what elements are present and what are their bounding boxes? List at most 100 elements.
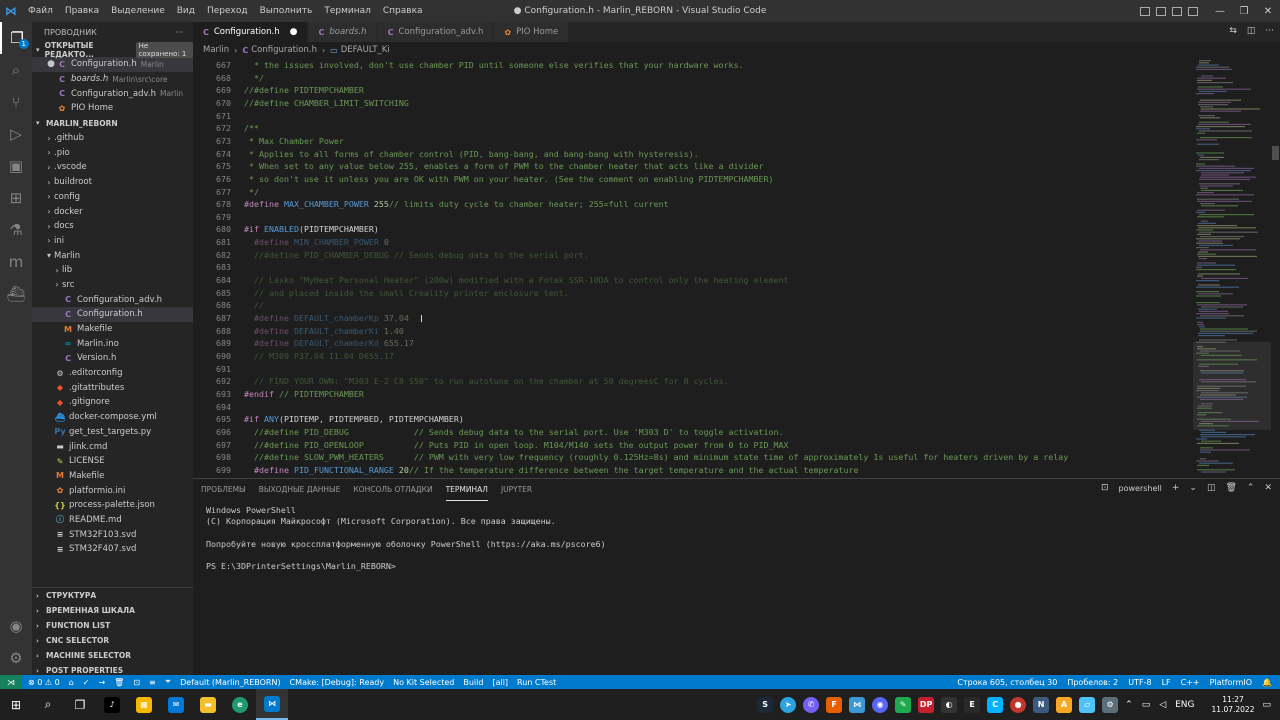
code-line[interactable]: */ bbox=[244, 187, 259, 197]
tree-item[interactable]: C Configuration_adv.h bbox=[32, 292, 193, 307]
task-view-icon[interactable]: ❐ bbox=[64, 689, 96, 720]
split-editor-icon[interactable]: ◫ bbox=[1247, 26, 1256, 36]
tree-item[interactable]: C Version.h bbox=[32, 351, 193, 366]
code-line[interactable]: * so don't use it unless you are OK with… bbox=[244, 174, 774, 184]
tree-item[interactable]: ∞ Marlin.ino bbox=[32, 336, 193, 351]
tab-boards-h[interactable]: C boards.h bbox=[308, 22, 378, 42]
tab-jupyter[interactable]: JUPYTER bbox=[501, 480, 532, 500]
minimize-button[interactable]: — bbox=[1208, 6, 1232, 17]
cmake-run-ctest[interactable]: Run CTest bbox=[517, 678, 556, 687]
code-editor[interactable]: 667 * the issues involved, don't use cha… bbox=[193, 58, 1193, 477]
tab-configuration-h[interactable]: C Configuration.h ● bbox=[193, 22, 309, 42]
fusion-icon[interactable]: F bbox=[826, 696, 843, 713]
pio-serial-monitor-icon[interactable]: ⊡ bbox=[133, 678, 140, 687]
close-panel-icon[interactable]: ✕ bbox=[1264, 483, 1272, 493]
taskbar-search-icon[interactable]: ⌕ bbox=[32, 689, 64, 720]
code-line[interactable]: #define MAX_CHAMBER_POWER 255// limits d… bbox=[244, 199, 669, 209]
code-line[interactable]: // Lasko "MyHeat Personal Heater" (200w)… bbox=[244, 275, 789, 285]
code-line[interactable]: * Applies to all forms of chamber contro… bbox=[244, 149, 699, 159]
autocad-app-icon[interactable]: A bbox=[1056, 696, 1073, 713]
pio-home-icon[interactable]: ⌂ bbox=[69, 678, 74, 687]
tree-item[interactable]: M Makefile bbox=[32, 469, 193, 484]
code-line[interactable]: */ bbox=[244, 73, 264, 83]
section-outline[interactable]: › СТРУКТУРА bbox=[32, 588, 193, 603]
indentation[interactable]: Пробелов: 2 bbox=[1067, 678, 1118, 687]
platformio-icon[interactable]: m bbox=[0, 246, 32, 278]
pio-upload-icon[interactable]: → bbox=[98, 678, 105, 687]
breadcrumb-file[interactable]: Configuration.h bbox=[251, 45, 317, 55]
code-line[interactable]: #if ENABLED(PIDTEMPCHAMBER) bbox=[244, 224, 379, 234]
cursor-position[interactable]: Строка 605, столбец 30 bbox=[957, 678, 1057, 687]
code-line[interactable]: //#define PID_OPENLOOP // Puts PID in op… bbox=[244, 440, 789, 450]
prusa-app-icon[interactable]: ● bbox=[1010, 696, 1027, 713]
notepad-app-icon[interactable]: N bbox=[1033, 696, 1050, 713]
network-icon[interactable]: ▭ bbox=[1142, 700, 1151, 710]
menu-edit[interactable]: Правка bbox=[59, 0, 105, 22]
account-icon[interactable]: ◉ bbox=[0, 610, 32, 642]
pio-environment[interactable]: Default (Marlin_REBORN) bbox=[180, 678, 280, 687]
steam-icon[interactable]: S bbox=[757, 696, 774, 713]
code-line[interactable]: //#define SLOW_PWM_HEATERS // PWM with v… bbox=[244, 452, 1068, 462]
tab-configuration-adv-h[interactable]: C Configuration_adv.h bbox=[377, 22, 495, 42]
windows-start-icon[interactable]: ⊞ bbox=[0, 689, 32, 720]
close-window-button[interactable]: ✕ bbox=[1256, 6, 1280, 17]
testing-icon[interactable]: ⚗ bbox=[0, 214, 32, 246]
language-mode[interactable]: C++ bbox=[1181, 678, 1200, 687]
remote-explorer-icon[interactable]: ▣ bbox=[0, 150, 32, 182]
tab-problems[interactable]: ПРОБЛЕМЫ bbox=[201, 480, 246, 500]
tree-item[interactable]: › .pio bbox=[32, 145, 193, 160]
cmake-target[interactable]: [all] bbox=[492, 678, 508, 687]
section-function-list[interactable]: › FUNCTION LIST bbox=[32, 618, 193, 633]
explorer-icon[interactable]: ❐ 1 bbox=[0, 22, 32, 54]
pio-env-icon[interactable]: ⏷ bbox=[165, 677, 171, 687]
code-line[interactable]: //#define PID_CHAMBER_DEBUG // Sends deb… bbox=[244, 250, 589, 260]
split-terminal-icon[interactable]: ◫ bbox=[1207, 483, 1216, 493]
toggle-sidebar-icon[interactable] bbox=[1140, 6, 1150, 16]
code-line[interactable]: #define DEFAULT_chamberKd 655.17 bbox=[244, 338, 414, 348]
code-line[interactable]: * Max Chamber Power bbox=[244, 136, 344, 146]
edge-app-icon[interactable]: e bbox=[224, 689, 256, 720]
code-line[interactable]: #endif // PIDTEMPCHAMBER bbox=[244, 389, 364, 399]
code-line[interactable]: #define DEFAULT_chamberKi 1.40 bbox=[244, 326, 404, 336]
pio-build-icon[interactable]: ✓ bbox=[83, 678, 90, 687]
keyboard-language[interactable]: ENG bbox=[1175, 700, 1194, 710]
extensions-icon[interactable]: ⊞ bbox=[0, 182, 32, 214]
tool-app-icon[interactable]: ⚙ bbox=[1102, 696, 1119, 713]
open-editor-boards-h[interactable]: C boards.h Marlin\src\core bbox=[32, 72, 193, 87]
slicer-app-icon[interactable]: ◐ bbox=[941, 696, 958, 713]
tree-item[interactable]: ✎ LICENSE bbox=[32, 454, 193, 469]
compare-icon[interactable]: ⇆ bbox=[1229, 26, 1237, 36]
section-timeline[interactable]: › ВРЕМЕННАЯ ШКАЛА bbox=[32, 603, 193, 618]
source-control-icon[interactable]: ⑂ bbox=[0, 86, 32, 118]
show-hidden-icons-icon[interactable]: ⌃ bbox=[1125, 700, 1133, 710]
tree-item[interactable]: ≡ STM32F407.svd bbox=[32, 542, 193, 557]
minimap-slider[interactable] bbox=[1193, 342, 1271, 430]
viber-icon[interactable]: ✆ bbox=[803, 696, 820, 713]
platformio-status[interactable]: PlatformIO bbox=[1210, 678, 1252, 687]
code-line[interactable]: // and placed inside the small Creality … bbox=[244, 288, 569, 298]
tree-item[interactable]: › docs bbox=[32, 219, 193, 234]
code-line[interactable]: //#define CHAMBER_LIMIT_SWITCHING bbox=[244, 98, 409, 108]
menu-view[interactable]: Вид bbox=[171, 0, 201, 22]
run-debug-icon[interactable]: ▷ bbox=[0, 118, 32, 150]
tree-item[interactable]: ⛴ docker-compose.yml bbox=[32, 410, 193, 425]
pio-terminal-icon[interactable]: ≡ bbox=[149, 678, 156, 687]
telegram-icon[interactable]: ➤ bbox=[780, 696, 797, 713]
open-editor-configuration-h[interactable]: ● C Configuration.h Marlin bbox=[32, 57, 193, 72]
code-line[interactable]: #define DEFAULT_chamberKp 37.04 bbox=[244, 313, 409, 323]
chevron-up-icon[interactable]: ⌃ bbox=[1247, 483, 1255, 493]
section-post-properties[interactable]: › POST PROPERTIES bbox=[32, 663, 193, 675]
tree-item[interactable]: ⓘ README.md bbox=[32, 513, 193, 528]
kill-terminal-icon[interactable]: 🗑 bbox=[1225, 483, 1236, 493]
notifications-center-icon[interactable]: ▭ bbox=[1262, 700, 1271, 710]
tree-item[interactable]: M Makefile bbox=[32, 322, 193, 337]
open-editors-header[interactable]: ▾ ОТКРЫТЫЕ РЕДАКТО... Не сохранено: 1 bbox=[32, 41, 193, 59]
modified-dot-icon[interactable]: ● bbox=[290, 27, 298, 37]
tree-item[interactable]: › src bbox=[32, 278, 193, 293]
toggle-secondary-sidebar-icon[interactable] bbox=[1172, 6, 1182, 16]
vscode-logo-icon[interactable]: ⋈ bbox=[0, 0, 22, 22]
terminal-shell-name[interactable]: powershell bbox=[1119, 484, 1162, 493]
settings-gear-icon[interactable]: ⚙ bbox=[0, 642, 32, 674]
toggle-panel-icon[interactable] bbox=[1156, 6, 1166, 16]
code-line[interactable]: #if ANY(PIDTEMP, PIDTEMPBED, PIDTEMPCHAM… bbox=[244, 414, 464, 424]
